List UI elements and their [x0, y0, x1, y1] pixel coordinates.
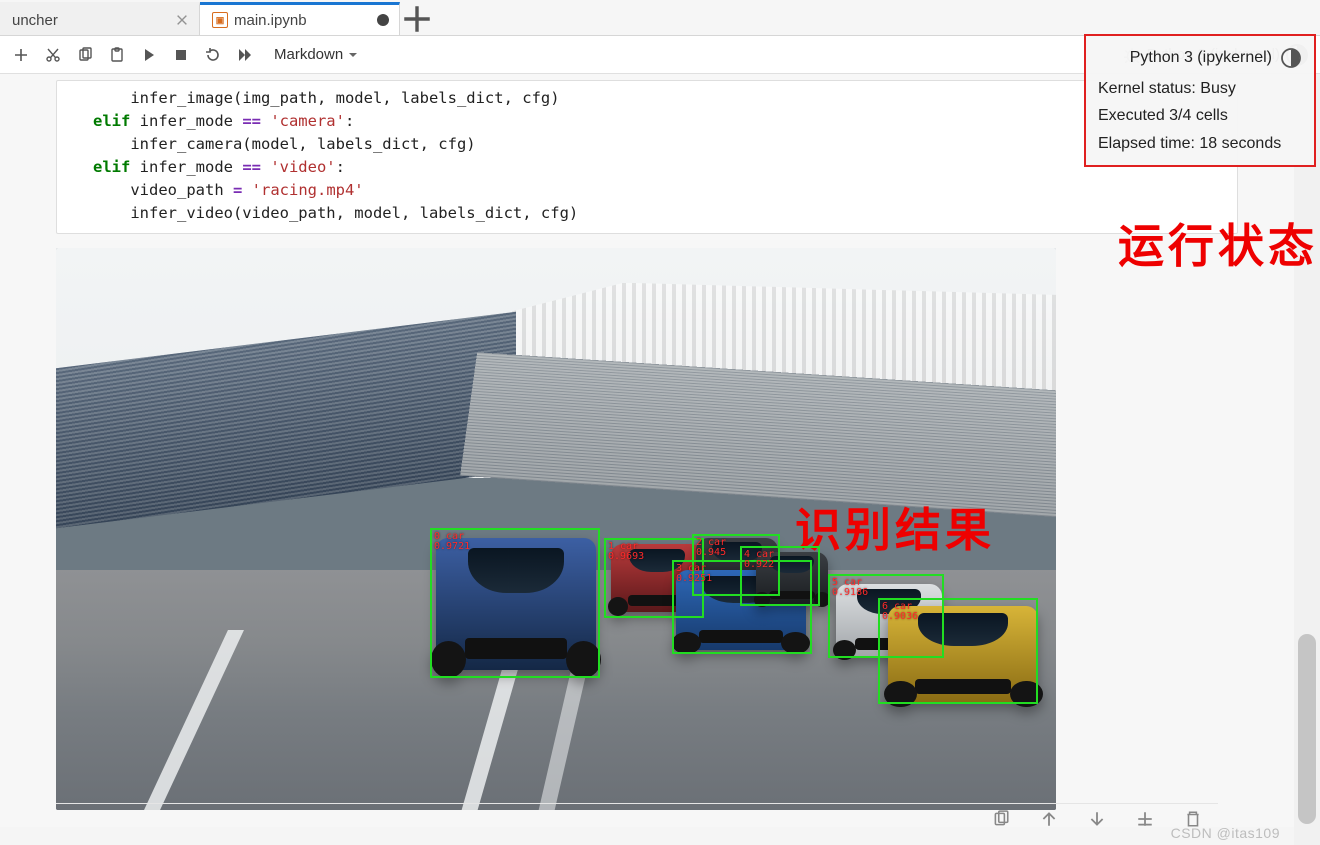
code-op: == [242, 112, 261, 130]
code-keyword: elif [93, 112, 130, 130]
annotation-status: 运行状态 [1118, 210, 1318, 276]
stop-button[interactable] [166, 40, 196, 70]
insert-below-button[interactable] [1130, 804, 1160, 827]
code-string: 'racing.mp4' [242, 181, 363, 199]
tab-notebook[interactable]: ▣ main.ipynb [200, 2, 400, 35]
detection-box-6: 6 car 0.9036 [878, 598, 1038, 704]
run-button[interactable] [134, 40, 164, 70]
move-down-button[interactable] [1082, 804, 1112, 827]
code-op: == [242, 158, 261, 176]
tab-label: uncher [12, 12, 169, 29]
detection-label: 3 car 0.9251 [676, 564, 712, 585]
detection-box-0: 0 car 0.9721 [430, 528, 600, 678]
code-text: : [336, 158, 345, 176]
scrollbar-thumb[interactable] [1298, 634, 1316, 824]
paste-button[interactable] [102, 40, 132, 70]
code-line: infer_image(img_path, model, labels_dict… [93, 89, 560, 107]
vertical-scrollbar[interactable] [1294, 74, 1320, 845]
close-icon[interactable] [175, 13, 189, 27]
tab-bar: uncher ▣ main.ipynb [0, 0, 1320, 36]
kernel-elapsed-text: Elapsed time: 18 seconds [1098, 130, 1302, 157]
delete-cell-button[interactable] [1178, 804, 1208, 827]
insert-cell-button[interactable] [6, 40, 36, 70]
detection-label: 1 car 0.9693 [608, 542, 644, 563]
code-line: infer_video(video_path, model, labels_di… [93, 204, 578, 222]
tab-label: main.ipynb [234, 12, 365, 29]
code-text: infer_mode [130, 112, 242, 130]
detection-box-4: 4 car 0.922 [740, 546, 820, 606]
detection-label: 2 car 0.945 [696, 538, 726, 559]
code-text: video_path [93, 181, 233, 199]
chevron-down-icon [347, 49, 359, 61]
code-line: infer_camera(model, labels_dict, cfg) [93, 135, 476, 153]
kernel-status-panel: Python 3 (ipykernel) Kernel status: Busy… [1084, 34, 1316, 167]
watermark: CSDN @itas109 [1171, 825, 1280, 841]
tab-launcher[interactable]: uncher [0, 2, 200, 35]
code-text: infer_mode [130, 158, 242, 176]
new-tab-button[interactable] [400, 2, 434, 35]
copy-button[interactable] [70, 40, 100, 70]
kernel-status-text: Kernel status: Busy [1098, 75, 1302, 102]
detection-label: 5 car 0.9186 [832, 578, 868, 599]
code-string: 'video' [261, 158, 336, 176]
cut-button[interactable] [38, 40, 68, 70]
cell-action-bar [56, 803, 1218, 827]
code-text: : [345, 112, 354, 130]
notebook-icon: ▣ [212, 12, 228, 28]
move-up-button[interactable] [1034, 804, 1064, 827]
restart-button[interactable] [198, 40, 228, 70]
code-cell[interactable]: infer_image(img_path, model, labels_dict… [56, 80, 1238, 234]
annotation-result: 识别结果 [795, 494, 995, 560]
detection-label: 4 car 0.922 [744, 550, 774, 571]
kernel-name: Python 3 (ipykernel) [1130, 44, 1272, 71]
code-op: = [233, 181, 242, 199]
notebook-scroll-area[interactable]: infer_image(img_path, model, labels_dict… [0, 74, 1294, 827]
cell-type-select[interactable]: Markdown [268, 42, 365, 67]
kernel-executed-text: Executed 3/4 cells [1098, 102, 1302, 129]
run-all-button[interactable] [230, 40, 260, 70]
kernel-busy-icon [1281, 48, 1301, 68]
code-string: 'camera' [261, 112, 345, 130]
detection-label: 0 car 0.9721 [434, 532, 470, 553]
cell-type-label: Markdown [274, 46, 343, 63]
duplicate-cell-button[interactable] [986, 804, 1016, 827]
dirty-indicator-icon [377, 14, 389, 26]
code-keyword: elif [93, 158, 130, 176]
detection-label: 6 car 0.9036 [882, 602, 918, 623]
